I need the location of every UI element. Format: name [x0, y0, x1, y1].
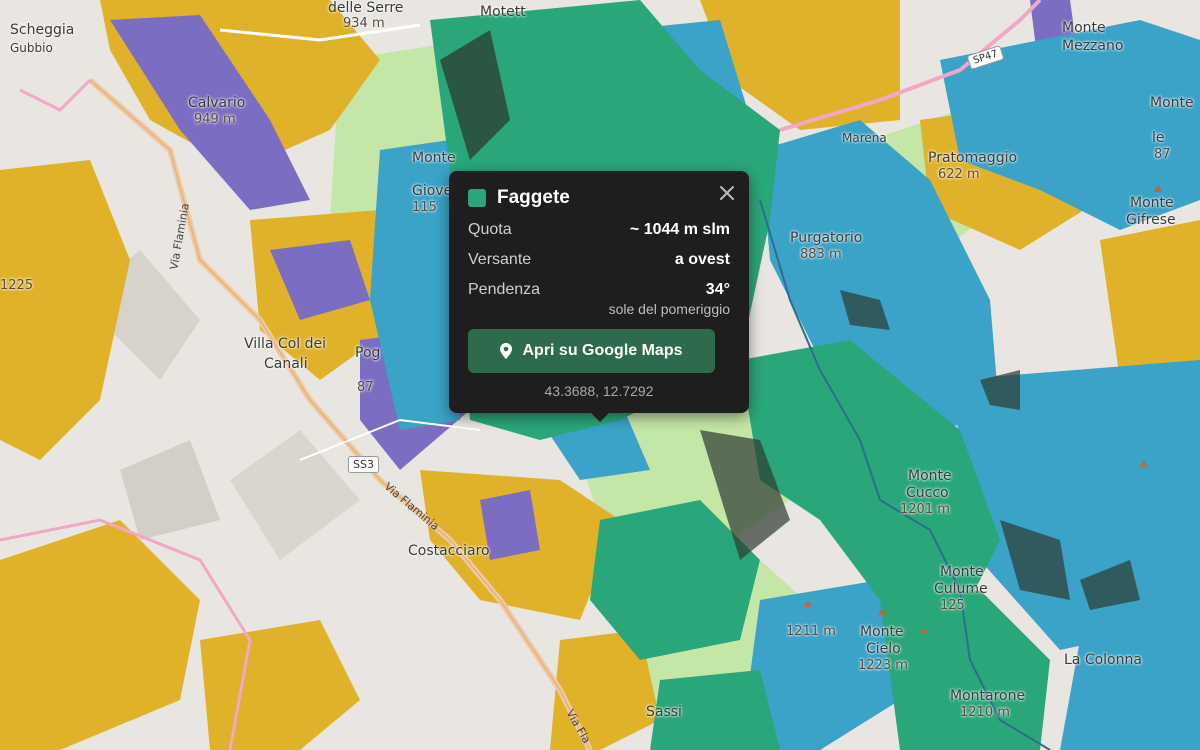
open-google-maps-button[interactable]: Apri su Google Maps [468, 329, 715, 373]
place-label: Monte [860, 624, 904, 640]
place-label: Cucco [906, 485, 949, 501]
peak-marker [920, 627, 928, 634]
place-label: Monte [1130, 195, 1174, 211]
map-pin-icon [500, 343, 513, 359]
elevation-label: 87 [1154, 147, 1171, 162]
elevation-label: 934 m [343, 16, 385, 31]
row-label: Quota [468, 221, 512, 238]
place-label: le [1152, 130, 1165, 146]
elevation-label: 1223 m [858, 658, 908, 673]
place-label: Canali [264, 356, 308, 372]
popup-title: Faggete [497, 187, 570, 208]
place-label: Monte [908, 468, 952, 484]
info-popup: Faggete Quota ~ 1044 m slm Versante a ov… [449, 171, 749, 422]
place-label: Calvario [188, 95, 246, 111]
popup-row-versante: Versante a ovest [468, 251, 730, 273]
pendenza-note: sole del pomeriggio [608, 301, 730, 317]
road-shield-ss3: SS3 [348, 456, 379, 473]
elevation-label: 1201 m [900, 502, 950, 517]
place-label: Costacciaro [408, 543, 490, 559]
elevation-label: 1211 m [786, 624, 836, 639]
place-label: Scheggia [10, 22, 75, 38]
place-label: Monte [412, 150, 456, 166]
peak-marker [878, 608, 886, 615]
place-label: Gifrese [1126, 212, 1176, 228]
row-label: Versante [468, 251, 532, 268]
place-label: Monte [940, 564, 984, 580]
elevation-label: 883 m [800, 247, 842, 262]
place-label: La Colonna [1064, 652, 1142, 668]
place-label: Villa Col dei [244, 336, 327, 352]
elevation-label: 1210 m [960, 705, 1010, 720]
elevation-label: 1225 [0, 278, 34, 293]
legend-swatch [468, 189, 486, 207]
button-label: Apri su Google Maps [522, 342, 683, 359]
popup-pointer [590, 412, 610, 422]
coordinates-text: 43.3688, 12.7292 [544, 383, 654, 399]
place-label: Marena [842, 131, 887, 145]
row-value: ~ 1044 m slm [629, 221, 730, 238]
elevation-label: 622 m [938, 167, 980, 182]
row-value: a ovest [674, 251, 730, 268]
peak-marker [804, 600, 812, 607]
place-label: Giove [412, 183, 453, 199]
place-label: Pog [355, 345, 381, 361]
popup-row-quota: Quota ~ 1044 m slm [468, 221, 730, 243]
row-label: Pendenza [468, 281, 541, 298]
elevation-label: 125 [940, 598, 965, 613]
place-label: Culume [934, 581, 988, 597]
elevation-label: 87 [357, 380, 374, 395]
popup-row-pendenza: Pendenza 34° [468, 281, 730, 303]
place-label: Monte [1062, 20, 1106, 36]
place-label: Purgatorio [790, 230, 863, 246]
place-label: Sassi [646, 704, 682, 720]
popup-header: Faggete [468, 187, 730, 209]
place-label: Pratomaggio [928, 150, 1018, 166]
close-icon[interactable] [719, 185, 735, 201]
elevation-label: 115 [412, 200, 437, 215]
row-value: 34° [705, 281, 730, 298]
place-label: Cielo [866, 641, 901, 657]
place-label: Mezzano [1062, 38, 1124, 54]
peak-marker [1154, 185, 1162, 192]
elevation-label: 949 m [194, 112, 236, 127]
peak-marker [1140, 460, 1148, 467]
place-label: Montarone [950, 688, 1026, 704]
place-label: Motett [480, 4, 526, 20]
place-label: Gubbio [10, 41, 53, 55]
place-label: Monte [1150, 95, 1194, 111]
place-label: delle Serre [328, 0, 404, 16]
